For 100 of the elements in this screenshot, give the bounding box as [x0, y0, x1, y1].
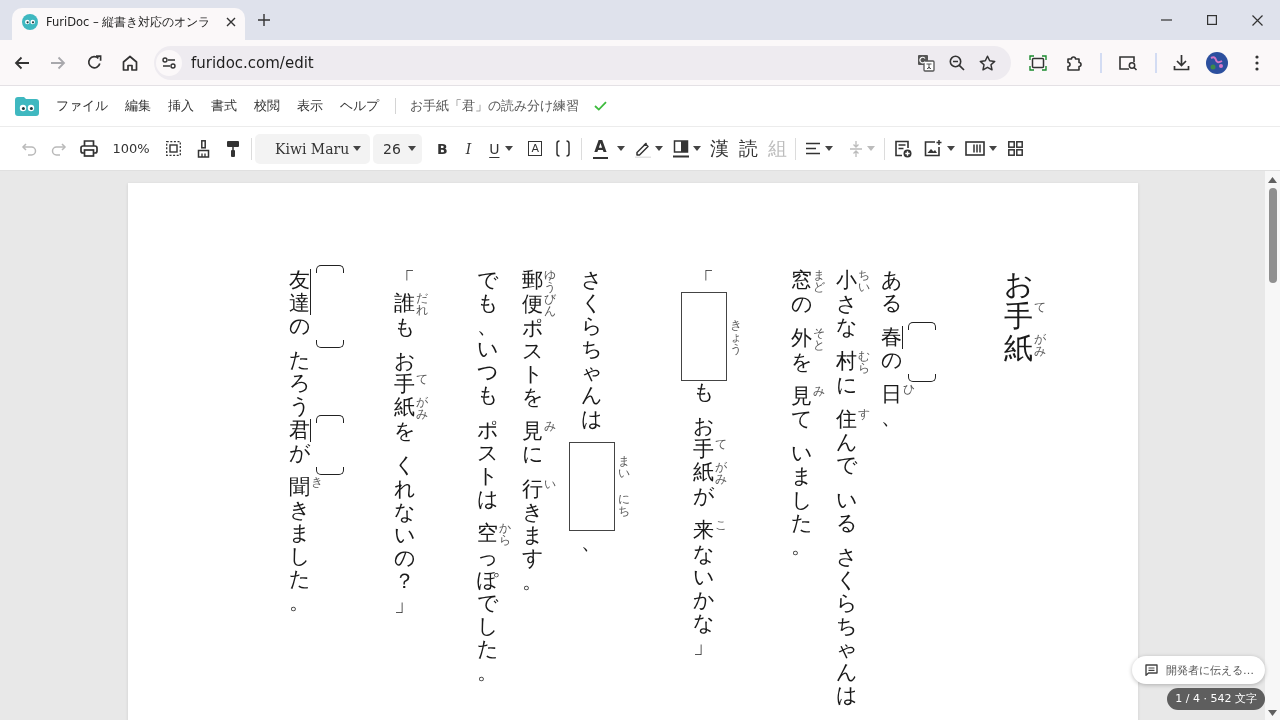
translate-icon[interactable]: [917, 53, 935, 72]
brackets-icon[interactable]: [555, 140, 571, 157]
add-note-icon[interactable]: [894, 139, 912, 158]
app-favicon-icon: [22, 14, 38, 30]
word-count-badge: 1 / 4 · 542 文字: [1167, 688, 1265, 710]
download-icon[interactable]: [1173, 54, 1190, 71]
story-text: さくらちゃんは: [835, 545, 857, 708]
underline-button[interactable]: U: [480, 133, 523, 164]
kanji-text: 紙: [393, 396, 415, 420]
select-all-icon[interactable]: [165, 141, 181, 156]
boxed-letter-button[interactable]: A: [522, 133, 548, 164]
menu-item[interactable]: 書式: [211, 97, 237, 115]
kanji-text: 誰: [393, 292, 415, 316]
story-text: の: [288, 315, 310, 339]
home-icon[interactable]: [122, 54, 138, 71]
add-image-icon[interactable]: [924, 140, 943, 157]
align-icon[interactable]: [805, 142, 821, 155]
caret-icon[interactable]: [693, 146, 701, 151]
story-text: 、: [880, 406, 902, 430]
caret-icon[interactable]: [989, 146, 997, 151]
menu-item[interactable]: ヘルプ: [340, 97, 379, 115]
kanji-text: 窓: [790, 269, 812, 293]
furigana-text: そと: [812, 327, 825, 352]
kanji-text: 郵: [521, 269, 543, 293]
tab-search-icon[interactable]: [1118, 54, 1138, 71]
story-text: ないかな」: [693, 542, 714, 659]
italic-button[interactable]: I: [456, 133, 481, 164]
grid-icon[interactable]: [1008, 141, 1024, 156]
paint-roller-icon[interactable]: [226, 139, 240, 158]
furigana-text: まど: [812, 269, 825, 293]
font-size-dropdown[interactable]: 26: [373, 133, 422, 164]
scrollbar-thumb[interactable]: [1268, 188, 1277, 283]
new-tab-icon[interactable]: [258, 14, 270, 26]
story-text: ある: [880, 269, 902, 316]
broom-icon[interactable]: [195, 139, 211, 158]
menu-item[interactable]: ファイル: [56, 97, 108, 115]
furigana-text: びん: [543, 293, 556, 317]
menu-item[interactable]: 挿入: [168, 97, 194, 115]
title-kanji-text: 手: [1003, 300, 1033, 333]
kanji-text: 小: [835, 269, 857, 293]
zoom-button[interactable]: 100%: [104, 141, 158, 156]
story-text: を: [790, 351, 812, 375]
document-title[interactable]: お手紙「君」の読み分け練習: [410, 97, 579, 115]
profile-avatar[interactable]: [1206, 51, 1228, 74]
screenshot-icon[interactable]: [1029, 54, 1047, 71]
app-logo-icon[interactable]: [15, 96, 39, 116]
bookmark-star-icon[interactable]: [979, 54, 996, 71]
furigana-text: て: [415, 373, 428, 386]
kanji-text: 来: [693, 519, 714, 543]
reload-icon[interactable]: [87, 55, 102, 70]
scroll-down-icon[interactable]: [1268, 710, 1277, 716]
feedback-button[interactable]: 開発者に伝える…: [1132, 656, 1265, 684]
print-icon[interactable]: [80, 140, 98, 157]
title-kanji-text: 紙: [1003, 332, 1033, 365]
menu-dots-icon[interactable]: [1255, 54, 1259, 71]
font-dropdown[interactable]: Kiwi Maru: [255, 133, 370, 164]
back-arrow-icon[interactable]: [14, 55, 30, 70]
columns-icon[interactable]: [965, 141, 985, 156]
story-text: の: [880, 349, 902, 373]
furigana-text: こ: [715, 519, 727, 532]
story-text: に: [835, 374, 857, 398]
story-text: さくらちゃんは: [581, 269, 602, 431]
menu-item[interactable]: 編集: [125, 97, 151, 115]
comment-icon: [1145, 664, 1158, 676]
bold-button[interactable]: B: [428, 133, 457, 164]
border-icon[interactable]: [673, 139, 689, 158]
furigana-text: がみ: [715, 461, 727, 486]
script-tool-button[interactable]: 漢: [705, 133, 734, 164]
close-icon[interactable]: [1252, 14, 1263, 26]
kanji-text: 見: [521, 420, 543, 444]
furigana-text: にち: [617, 492, 630, 517]
browser-tab[interactable]: FuriDoc – 縦書き対応のオンラ: [12, 8, 245, 40]
kanji-text: 手: [693, 438, 714, 462]
scrollbar-track[interactable]: [1265, 171, 1280, 720]
kanji-text: 便: [521, 293, 543, 317]
story-text: お: [393, 350, 415, 374]
maximize-icon[interactable]: [1207, 15, 1217, 25]
story-text: でも、いつも: [476, 269, 498, 408]
furigana-text: まい: [617, 455, 630, 480]
kanji-text: 見: [790, 385, 812, 409]
story-text: くれないの？」: [393, 454, 415, 617]
script-tool-button[interactable]: 読: [734, 133, 763, 164]
caret-icon[interactable]: [947, 146, 955, 151]
story-text: ポストを: [521, 317, 543, 410]
address-bar[interactable]: furidoc.com/edit: [154, 45, 1011, 80]
furigana-text: むら: [857, 350, 870, 375]
zoom-out-icon[interactable]: [949, 54, 965, 71]
kanji-text: 聞: [288, 475, 310, 499]
close-icon[interactable]: [226, 17, 236, 27]
menu-item[interactable]: 校閲: [254, 97, 280, 115]
text-color-button[interactable]: A: [585, 133, 629, 164]
caret-icon[interactable]: [655, 146, 663, 151]
caret-icon[interactable]: [825, 146, 833, 151]
story-text: いました。: [790, 442, 812, 558]
menu-item[interactable]: 表示: [297, 97, 323, 115]
site-settings-icon[interactable]: [156, 49, 182, 76]
kanji-text: 日: [880, 383, 902, 407]
extensions-puzzle-icon[interactable]: [1065, 53, 1083, 72]
scroll-up-icon[interactable]: [1268, 177, 1277, 183]
story-text: さな: [835, 293, 857, 340]
